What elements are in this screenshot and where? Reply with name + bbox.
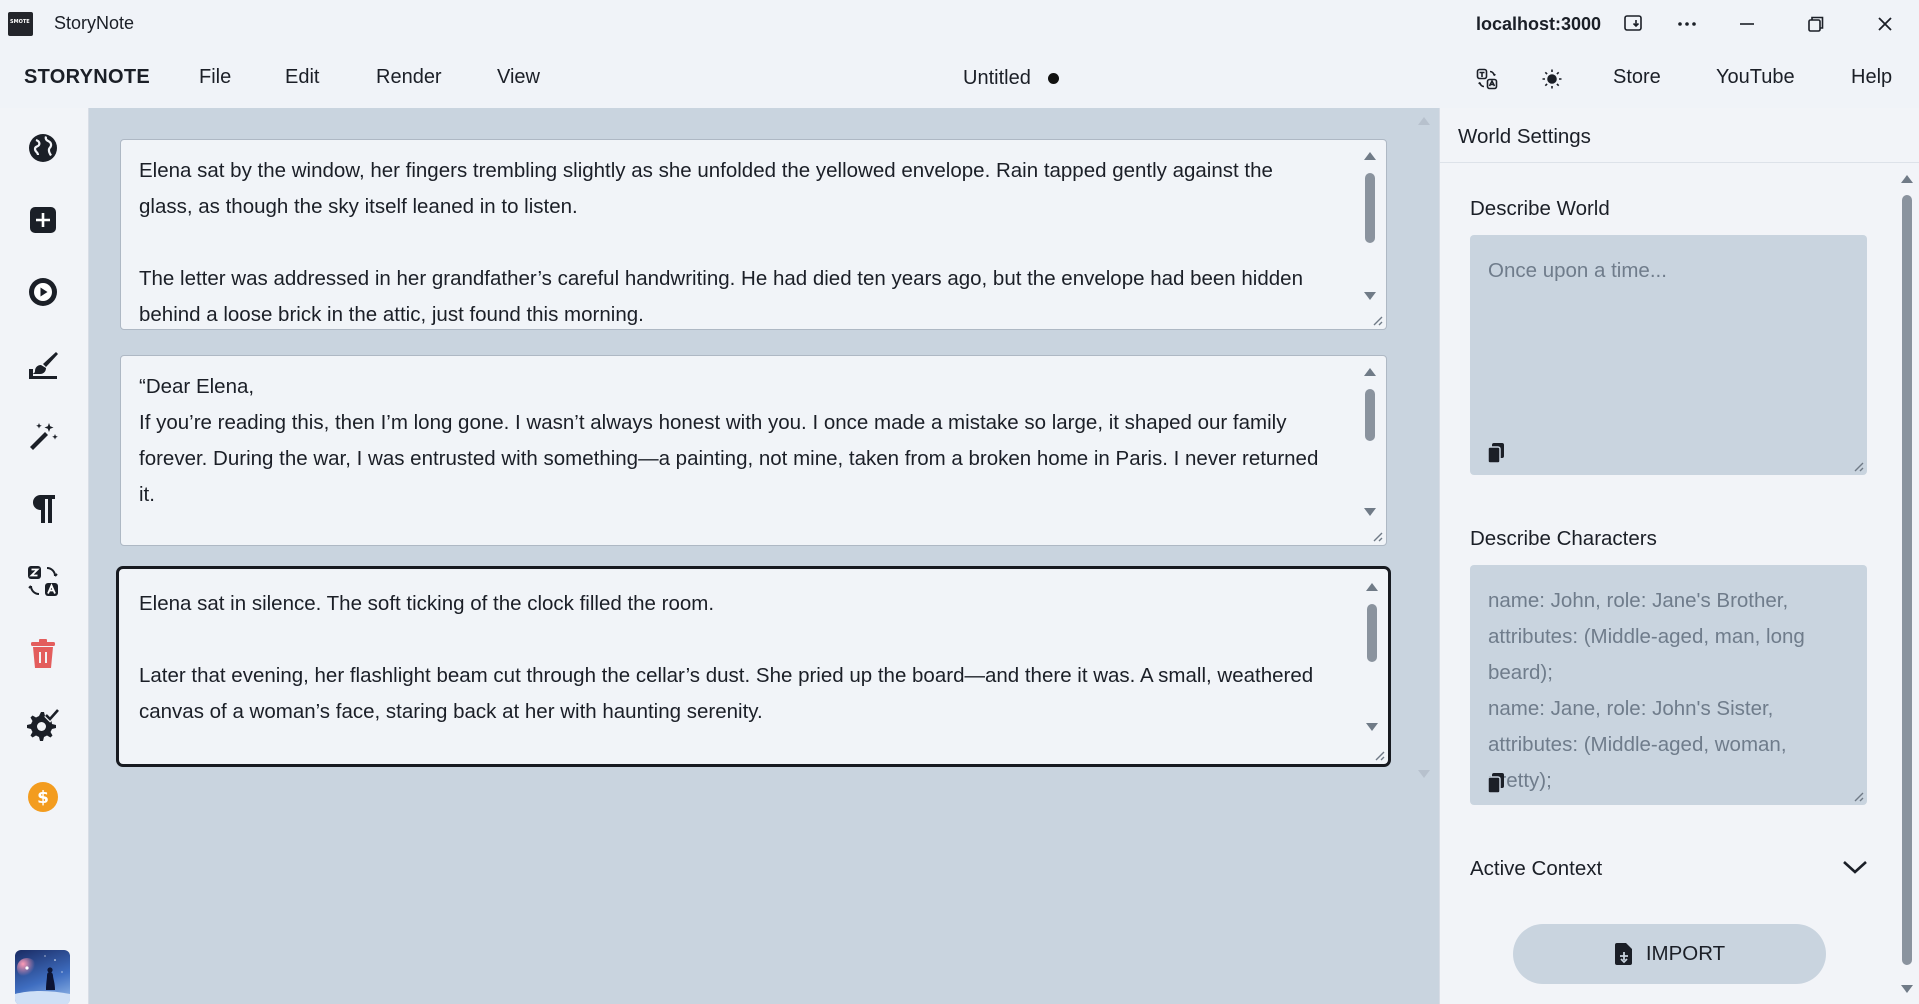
scene-scrollbar[interactable] — [1362, 364, 1378, 534]
svg-text:$: $ — [37, 788, 49, 808]
menu-youtube[interactable]: YouTube — [1716, 66, 1795, 89]
editor-scroll-up[interactable] — [1418, 117, 1430, 125]
window-title: StoryNote — [54, 13, 135, 33]
import-button[interactable]: IMPORT — [1513, 924, 1826, 984]
scene-paragraph: Elena sat in silence. The soft ticking o… — [139, 592, 715, 615]
menu-help[interactable]: Help — [1851, 66, 1892, 89]
theme-toggle-icon[interactable] — [1539, 66, 1565, 92]
menu-view[interactable]: View — [497, 66, 540, 89]
gear-check-icon[interactable] — [24, 707, 62, 745]
scene-paragraph: “Dear Elena, — [139, 375, 255, 398]
more-options-icon[interactable] — [1673, 10, 1701, 38]
scene-paragraph: The letter was addressed in her grandfat… — [139, 267, 1303, 326]
menu-store[interactable]: Store — [1613, 66, 1661, 89]
scene-textarea-2[interactable]: “Dear Elena, If you’re reading this, the… — [120, 355, 1387, 546]
brand-name: STORYNOTE — [24, 66, 151, 88]
restore-icon[interactable] — [1802, 10, 1830, 38]
describe-characters-label: Describe Characters — [1470, 527, 1657, 550]
scene-paragraph: If you’re reading this, then I’m long go… — [139, 411, 1319, 506]
world-placeholder: Once upon a time... — [1488, 259, 1667, 282]
translate-icon[interactable] — [1474, 66, 1500, 92]
characters-placeholder: name: John, role: Jane's Brother, attrib… — [1488, 589, 1805, 792]
globe-icon[interactable] — [24, 129, 62, 167]
menu-edit[interactable]: Edit — [285, 66, 319, 89]
resize-handle-icon[interactable] — [1369, 312, 1383, 326]
active-context-label[interactable]: Active Context — [1470, 857, 1602, 881]
minimize-icon[interactable] — [1733, 10, 1761, 38]
user-avatar[interactable] — [15, 950, 70, 1004]
document-title: Untitled — [963, 67, 1031, 89]
play-circle-icon[interactable] — [24, 273, 62, 311]
scene-textarea-1[interactable]: Elena sat by the window, her fingers tre… — [120, 139, 1387, 330]
trash-icon[interactable] — [24, 635, 62, 673]
scene-scrollbar[interactable] — [1364, 579, 1380, 749]
copy-icon[interactable] — [1484, 441, 1508, 465]
window-title-bar: SMOTE StoryNote localhost:3000 — [0, 0, 1919, 48]
divider — [1440, 162, 1919, 163]
describe-characters-input[interactable]: name: John, role: Jane's Brother, attrib… — [1470, 565, 1867, 805]
tool-sidebar: $ — [0, 108, 89, 1004]
chevron-down-icon[interactable] — [1840, 855, 1870, 879]
editor-scroll-down[interactable] — [1418, 770, 1430, 778]
resize-handle-icon[interactable] — [1850, 788, 1864, 802]
scene-paragraph: Later that evening, her flashlight beam … — [139, 664, 1314, 723]
scene-paragraph: Elena sat by the window, her fingers tre… — [139, 159, 1273, 218]
import-label: IMPORT — [1645, 942, 1726, 965]
install-app-icon[interactable] — [1620, 10, 1648, 38]
magic-wand-icon[interactable] — [24, 417, 62, 455]
describe-world-label: Describe World — [1470, 197, 1610, 220]
copy-icon[interactable] — [1484, 771, 1508, 795]
resize-handle-icon[interactable] — [1369, 528, 1383, 542]
brush-icon[interactable] — [24, 346, 62, 384]
dollar-coin-icon[interactable]: $ — [24, 778, 62, 816]
translate-az-icon[interactable] — [24, 562, 62, 600]
scene-scrollbar[interactable] — [1362, 148, 1378, 318]
menu-file[interactable]: File — [199, 66, 231, 89]
close-icon[interactable] — [1871, 10, 1899, 38]
resize-handle-icon[interactable] — [1850, 458, 1864, 472]
app-logo: SMOTE — [8, 12, 33, 36]
unsaved-indicator — [1048, 73, 1059, 84]
paragraph-icon[interactable] — [24, 490, 62, 528]
import-file-icon — [1614, 943, 1632, 965]
panel-title: World Settings — [1458, 125, 1591, 148]
plus-square-icon[interactable] — [24, 201, 62, 239]
menu-render[interactable]: Render — [376, 66, 442, 89]
scene-textarea-3-active[interactable]: Elena sat in silence. The soft ticking o… — [116, 566, 1391, 767]
describe-world-input[interactable]: Once upon a time... — [1470, 235, 1867, 475]
panel-scrollbar[interactable] — [1900, 175, 1914, 995]
resize-handle-icon[interactable] — [1371, 747, 1385, 761]
host-address: localhost:3000 — [1476, 14, 1602, 34]
